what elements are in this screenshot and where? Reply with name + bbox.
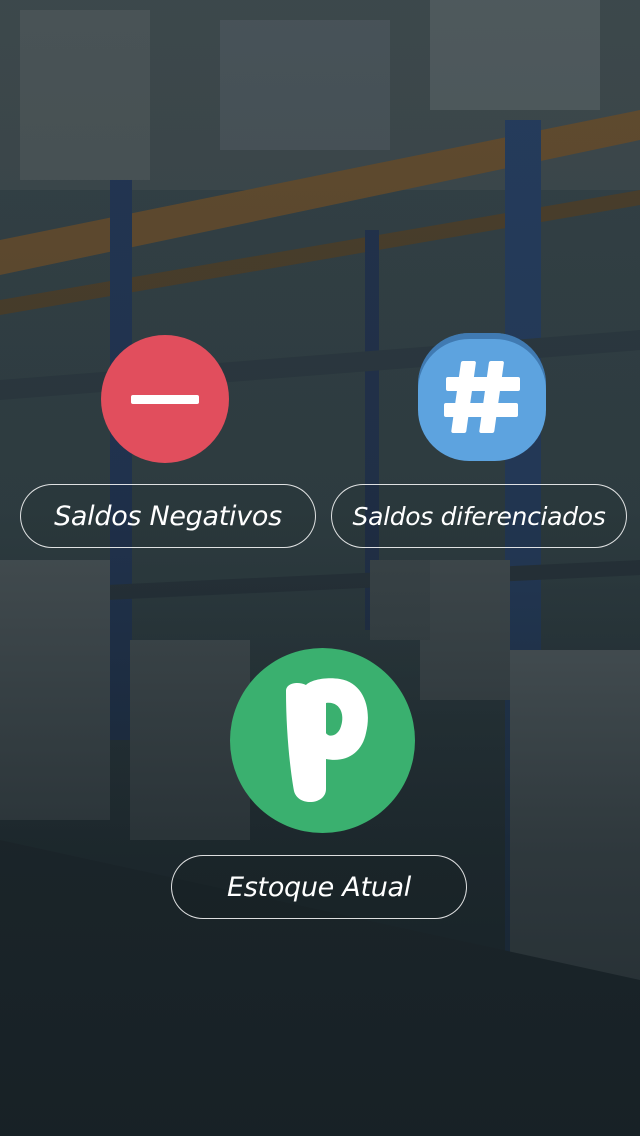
minus-bar (131, 394, 199, 404)
negative-balances-label: Saldos Negativos (54, 500, 282, 532)
differentiated-balances-button[interactable]: Saldos diferenciados (331, 484, 627, 548)
current-stock-button[interactable]: Estoque Atual (171, 855, 467, 919)
p-glyph (285, 677, 368, 802)
minus-circle-icon[interactable] (101, 335, 229, 463)
main-screen: Saldos Negativos Saldos diferenciados Es… (0, 0, 640, 1136)
background-overlay (0, 0, 640, 1136)
current-stock-label: Estoque Atual (227, 871, 411, 903)
hash-glyph (444, 361, 520, 433)
negative-balances-button[interactable]: Saldos Negativos (20, 484, 316, 548)
p-logo-icon[interactable] (230, 648, 415, 833)
hash-icon[interactable] (418, 333, 546, 461)
differentiated-balances-label: Saldos diferenciados (352, 501, 606, 531)
